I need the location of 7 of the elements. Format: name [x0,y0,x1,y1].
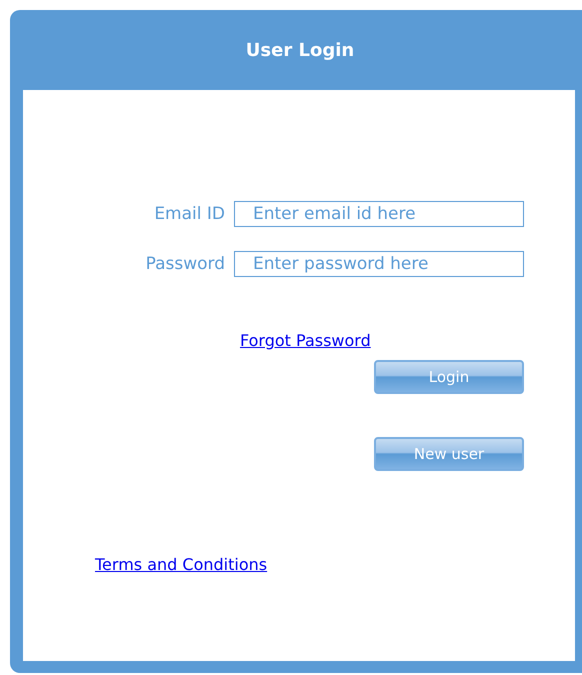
field-label: Email ID [153,204,225,224]
forgot-password-link[interactable]: Forgot Password [240,331,371,350]
field-label: Password [144,254,225,274]
window-title: User Login [246,40,354,60]
terms-link[interactable]: Terms and Conditions [95,555,268,574]
input-field[interactable]: Enter email id here [234,201,524,227]
input-field[interactable]: Enter password here [234,251,524,277]
